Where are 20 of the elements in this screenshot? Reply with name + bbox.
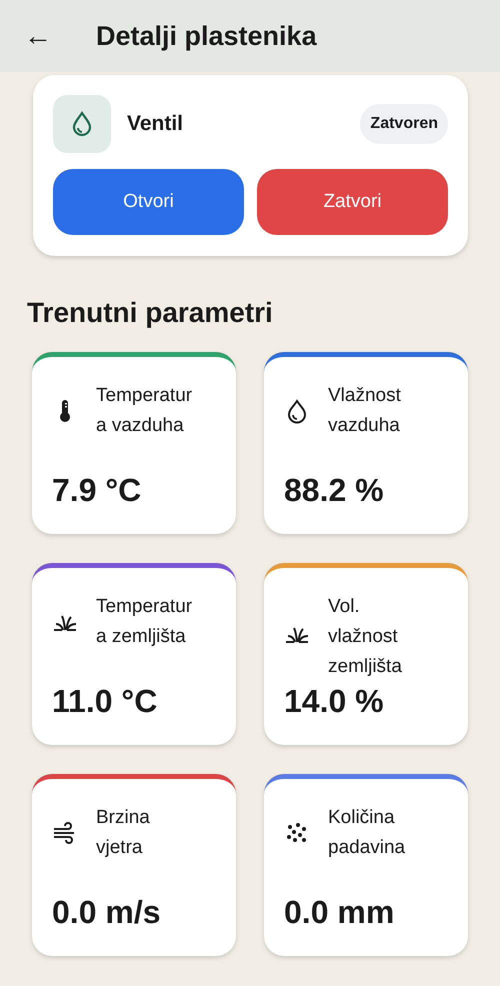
page-title: Detalji plastenika xyxy=(96,20,317,52)
sensor-value: 88.2 % xyxy=(284,470,385,510)
close-button[interactable]: Zatvori xyxy=(257,169,448,235)
back-button[interactable]: ← xyxy=(24,22,52,50)
section-title: Trenutni parametri xyxy=(27,296,274,330)
status-badge: Zatvoren xyxy=(360,104,448,144)
sensor-label: Vol. vlažnost zemljišta xyxy=(328,594,403,679)
sensor-label: Brzina vjetra xyxy=(96,806,151,860)
sensor-value: 7.9 °C xyxy=(52,470,142,510)
sensor-value: 11.0 °C xyxy=(52,682,158,721)
sensor-label: Temperatura vazduha xyxy=(96,384,194,438)
sensor-value: 14.0 % xyxy=(284,682,385,721)
valve-name: Ventil xyxy=(127,111,184,138)
sensor-label: Količina padavina xyxy=(328,806,406,860)
open-button[interactable]: Otvori xyxy=(53,169,244,235)
sensor-value: 0.0 m/s xyxy=(52,892,162,932)
sensor-value: 0.0 mm xyxy=(284,892,396,932)
sensor-label: Vlažnost vazduha xyxy=(328,384,402,438)
drop-icon xyxy=(53,95,111,153)
sensor-label: Temperatura zemljišta xyxy=(96,594,194,649)
